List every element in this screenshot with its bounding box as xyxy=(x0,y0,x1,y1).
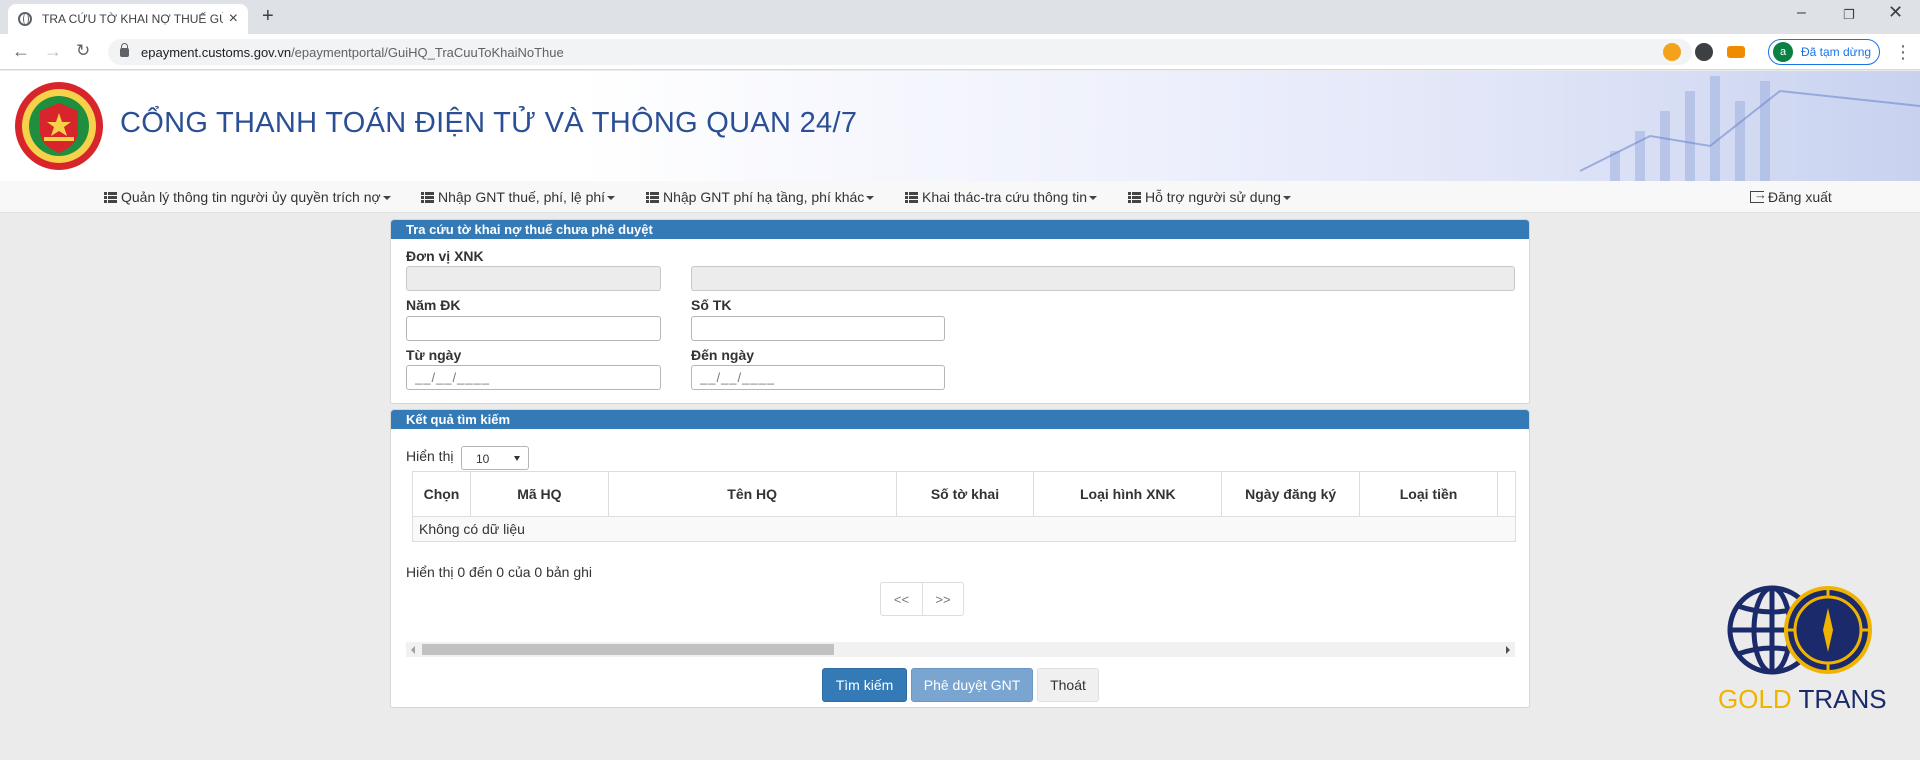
table-row: Không có dữ liệu xyxy=(412,516,1516,542)
column-header-chon[interactable]: Chọn xyxy=(412,471,471,517)
forward-icon[interactable]: → xyxy=(44,41,62,62)
back-icon[interactable]: ← xyxy=(12,41,30,62)
search-panel: Tra cứu tờ khai nợ thuế chưa phê duyệt Đ… xyxy=(390,219,1530,404)
extension-key-icon[interactable] xyxy=(1663,43,1681,61)
tu-ngay-label: Từ ngày xyxy=(406,347,462,363)
so-tk-label: Số TK xyxy=(691,297,732,313)
caret-down-icon xyxy=(607,196,616,200)
menu-item-label: Quản lý thông tin người ủy quyền trích n… xyxy=(121,189,381,205)
goldtrans-watermark-text: GOLD TRANS xyxy=(1718,684,1887,715)
minimize-icon[interactable]: – xyxy=(1797,4,1806,22)
browser-tab[interactable]: TRA CỨU TỜ KHAI NỢ THUẾ GỬI × xyxy=(8,4,248,34)
column-header-overflow xyxy=(1496,471,1517,517)
logout-label: Đăng xuất xyxy=(1768,189,1832,205)
pagination-next-button[interactable]: >> xyxy=(922,583,963,615)
profile-button[interactable]: a Đã tạm dừng xyxy=(1768,39,1880,65)
column-header-ngay-dang-ky[interactable]: Ngày đăng ký xyxy=(1221,471,1361,517)
den-ngay-label: Đến ngày xyxy=(691,347,755,363)
scroll-right-icon[interactable] xyxy=(1506,646,1510,654)
horizontal-scrollbar[interactable] xyxy=(406,642,1515,657)
exit-button[interactable]: Thoát xyxy=(1037,668,1099,702)
page-size-select[interactable]: 10 xyxy=(461,446,529,470)
page-title: CỔNG THANH TOÁN ĐIỆN TỬ VÀ THÔNG QUAN 24… xyxy=(120,107,858,139)
extension-shield-icon[interactable] xyxy=(1695,43,1713,61)
column-header-ten-hq[interactable]: Tên HQ xyxy=(607,471,897,517)
tab-close-icon[interactable]: × xyxy=(229,10,238,28)
logout-icon xyxy=(1750,187,1767,203)
scroll-left-icon[interactable] xyxy=(411,646,415,654)
nam-dk-label: Năm ĐK xyxy=(406,297,461,313)
portal-banner: CỔNG THANH TOÁN ĐIỆN TỬ VÀ THÔNG QUAN 24… xyxy=(0,71,1920,181)
logout-link[interactable]: Đăng xuất xyxy=(1750,187,1832,205)
den-ngay-input[interactable] xyxy=(691,365,945,390)
menu-item-label: Khai thác-tra cứu thông tin xyxy=(922,189,1088,205)
caret-down-icon xyxy=(1089,196,1098,200)
browser-tab-strip: TRA CỨU TỜ KHAI NỢ THUẾ GỬI × + – ❐ ✕ xyxy=(0,0,1920,34)
caret-down-icon xyxy=(1282,196,1291,200)
results-table: Chọn Mã HQ Tên HQ Số tờ khai Loại hình X… xyxy=(412,471,1517,542)
url-domain: epayment.customs.gov.vn xyxy=(141,44,292,60)
don-vi-xnk-label: Đơn vị XNK xyxy=(406,248,484,264)
address-bar[interactable]: epayment.customs.gov.vn /epaymentportal/… xyxy=(108,39,1692,65)
list-icon xyxy=(1128,191,1141,203)
list-icon xyxy=(646,191,659,203)
column-header-so-to-khai[interactable]: Số tờ khai xyxy=(895,471,1035,517)
empty-table-message: Không có dữ liệu xyxy=(412,516,1516,542)
watermark-gold: GOLD xyxy=(1718,684,1792,714)
don-vi-xnk-name-input xyxy=(691,266,1515,291)
menu-item-label: Hỗ trợ người sử dụng xyxy=(1145,189,1281,205)
results-panel: Kết quả tìm kiếm Hiển thị 10 Chọn Mã HQ … xyxy=(390,409,1530,708)
don-vi-xnk-code-input xyxy=(406,266,661,291)
column-header-loai-tien[interactable]: Loại tiền xyxy=(1359,471,1498,517)
search-button[interactable]: Tìm kiếm xyxy=(822,668,907,702)
chart-decoration-icon xyxy=(1579,76,1920,181)
approve-gnt-button[interactable]: Phê duyệt GNT xyxy=(911,668,1033,702)
list-icon xyxy=(421,191,434,203)
results-panel-title: Kết quả tìm kiếm xyxy=(391,410,1529,429)
menu-item-tax-gnt[interactable]: Nhập GNT thuế, phí, lệ phí xyxy=(421,189,616,205)
main-menu: Quản lý thông tin người ủy quyền trích n… xyxy=(0,181,1920,213)
restore-icon[interactable]: ❐ xyxy=(1843,7,1855,23)
caret-down-icon xyxy=(382,196,391,200)
reload-icon[interactable]: ↻ xyxy=(76,41,90,61)
menu-item-infrastructure-gnt[interactable]: Nhập GNT phí hạ tầng, phí khác xyxy=(646,189,875,205)
new-tab-icon[interactable]: + xyxy=(262,5,274,28)
browser-menu-icon[interactable]: ⋮ xyxy=(1894,42,1912,63)
caret-down-icon xyxy=(866,196,875,200)
menu-item-authorization[interactable]: Quản lý thông tin người ủy quyền trích n… xyxy=(104,189,391,205)
globe-icon xyxy=(18,12,32,26)
column-header-loai-hinh-xnk[interactable]: Loại hình XNK xyxy=(1033,471,1223,517)
search-panel-title: Tra cứu tờ khai nợ thuế chưa phê duyệt xyxy=(391,220,1529,239)
customs-logo xyxy=(15,82,103,170)
menu-item-label: Nhập GNT phí hạ tầng, phí khác xyxy=(663,189,865,205)
so-tk-input[interactable] xyxy=(691,316,945,341)
scrollbar-thumb[interactable] xyxy=(422,644,834,655)
pagination: << >> xyxy=(880,582,964,616)
profile-avatar: a xyxy=(1773,42,1793,62)
close-window-icon[interactable]: ✕ xyxy=(1888,2,1903,23)
lock-icon xyxy=(120,42,129,57)
list-icon xyxy=(104,191,117,203)
list-icon xyxy=(905,191,918,203)
tab-title: TRA CỨU TỜ KHAI NỢ THUẾ GỬI xyxy=(42,12,223,26)
pagination-prev-button[interactable]: << xyxy=(881,583,922,615)
extension-tag-icon[interactable] xyxy=(1727,46,1745,58)
column-header-ma-hq[interactable]: Mã HQ xyxy=(469,471,609,517)
menu-item-support[interactable]: Hỗ trợ người sử dụng xyxy=(1128,189,1291,205)
url-path: /epaymentportal/GuiHQ_TraCuuToKhaiNoThue xyxy=(291,44,564,60)
page-size-label: Hiển thị xyxy=(406,448,454,464)
tu-ngay-input[interactable] xyxy=(406,365,661,390)
watermark-trans: TRANS xyxy=(1798,684,1887,714)
menu-item-lookup[interactable]: Khai thác-tra cứu thông tin xyxy=(905,189,1098,205)
profile-status: Đã tạm dừng xyxy=(1801,45,1872,59)
browser-toolbar: ← → ↻ epayment.customs.gov.vn /epaymentp… xyxy=(0,34,1920,70)
menu-item-label: Nhập GNT thuế, phí, lệ phí xyxy=(438,189,606,205)
record-count-info: Hiển thị 0 đến 0 của 0 bản ghi xyxy=(406,564,593,580)
page-size-value: 10 xyxy=(476,452,490,466)
nam-dk-input[interactable] xyxy=(406,316,661,341)
dropdown-arrow-icon xyxy=(514,456,520,461)
